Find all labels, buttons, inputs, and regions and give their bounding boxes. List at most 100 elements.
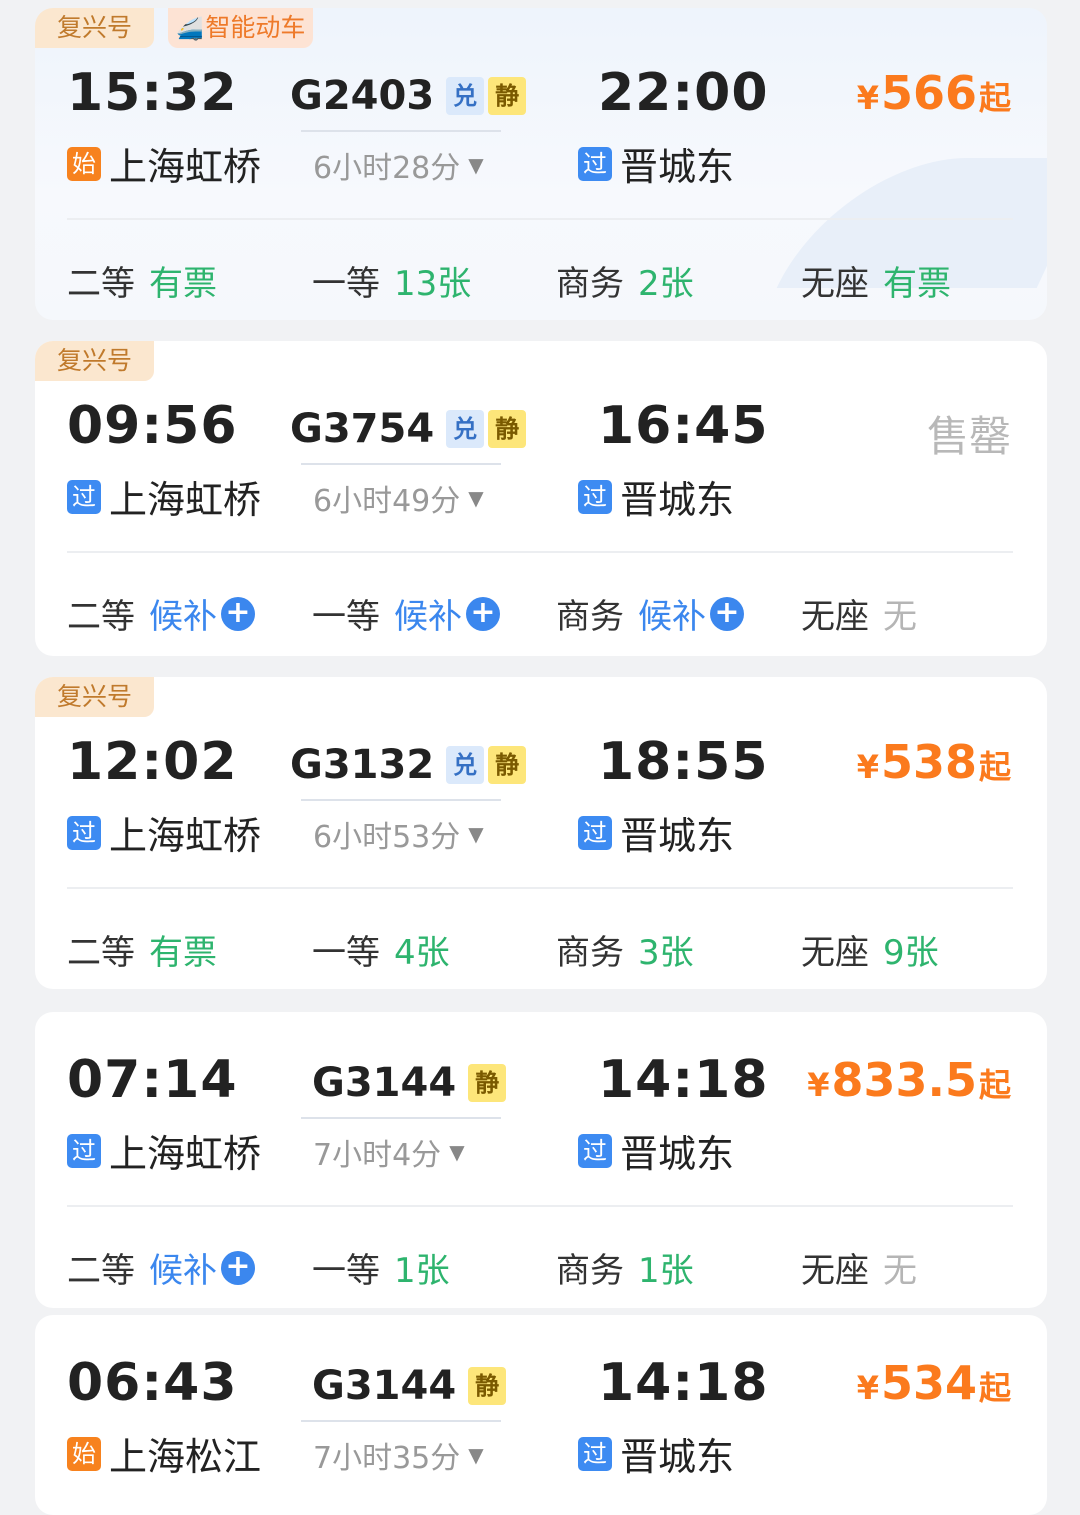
duration-toggle[interactable]: 6小时53分 ▼: [313, 812, 484, 856]
seat-availability: 1张: [638, 1251, 694, 1291]
duration-toggle[interactable]: 7小时35分 ▼: [313, 1433, 484, 1477]
seat-class: 商务: [556, 1251, 624, 1291]
arrive-station-name: 晋城东: [620, 1132, 735, 1176]
train-number[interactable]: G2403 兑静: [290, 73, 527, 119]
seat-class: 无座: [801, 264, 869, 304]
price: ¥534 起: [857, 1356, 1011, 1410]
price: ¥833.5 起: [807, 1053, 1011, 1107]
seat-class: 一等: [312, 933, 380, 973]
arrive-time: 16:45: [598, 396, 769, 456]
price: ¥566 起: [857, 66, 1011, 120]
train-icon: 🚄: [176, 17, 204, 42]
duration-toggle[interactable]: 7小时4分 ▼: [313, 1130, 465, 1174]
arrive-station: 过晋城东: [578, 1426, 734, 1481]
train-number[interactable]: G3132 兑静: [290, 742, 527, 788]
seat-class: 二等: [67, 264, 135, 304]
seat-2[interactable]: 商务 候补 +: [556, 589, 744, 638]
plus-circle-icon[interactable]: +: [221, 596, 255, 631]
quiet-car-icon: 静: [488, 746, 527, 784]
train-card[interactable]: 复兴号 12:02 过上海虹桥 G3132 兑静 6小时53分 ▼ 18:55 过晋城东 ¥538…: [35, 677, 1047, 989]
train-tags: 复兴号: [35, 341, 155, 381]
plus-circle-icon[interactable]: +: [710, 596, 744, 631]
train-card[interactable]: 06:43 始上海松江 G3144 静 7小时35分 ▼ 14:18 过晋城东 ¥534 起: [35, 1315, 1047, 1515]
chevron-down-icon: ▼: [468, 153, 484, 177]
duration-text: 6小时53分: [313, 820, 461, 855]
seat-availability: 候补: [638, 597, 706, 637]
seat-class: 二等: [67, 597, 135, 637]
start-badge: 始: [67, 146, 101, 181]
quiet-car-icon: 静: [468, 1367, 507, 1405]
train-number[interactable]: G3144 静: [312, 1060, 507, 1106]
seat-1: 一等 4张: [312, 925, 450, 974]
seat-1: 一等 1张: [312, 1243, 450, 1292]
fuxing-tag: 复兴号: [35, 8, 155, 48]
price-from-label: 起: [978, 1066, 1011, 1104]
seat-availability: 无: [883, 1251, 917, 1291]
card-divider: [67, 887, 1013, 889]
depart-time: 06:43: [67, 1353, 238, 1413]
quiet-car-icon: 静: [488, 77, 527, 115]
train-number-text: G3132: [290, 742, 435, 788]
seat-availability: 9张: [883, 933, 939, 973]
pass-badge: 过: [67, 479, 101, 514]
seat-availability: 候补: [149, 597, 217, 637]
plus-circle-icon[interactable]: +: [466, 596, 500, 631]
seat-1[interactable]: 一等 候补 +: [312, 589, 500, 638]
duration-line: [301, 799, 501, 801]
seat-3: 无座 9张: [801, 925, 939, 974]
train-number-text: G2403: [290, 73, 435, 119]
price-value: 566: [880, 66, 977, 120]
seat-class: 一等: [312, 264, 380, 304]
train-card[interactable]: 复兴号 🚄智能动车 15:32 始上海虹桥 G2403 兑静 6小时28分 ▼ 22:00 过晋城…: [35, 8, 1047, 320]
price-from-label: 起: [978, 748, 1011, 786]
seat-0: 二等 有票: [67, 256, 217, 305]
pass-badge: 过: [578, 1436, 612, 1471]
price-value: 534: [880, 1356, 977, 1410]
depart-station: 过上海虹桥: [67, 469, 261, 524]
seat-availability: 候补: [149, 1251, 217, 1291]
seat-class: 二等: [67, 1251, 135, 1291]
train-number[interactable]: G3754 兑静: [290, 406, 527, 452]
duration-text: 7小时35分: [313, 1441, 461, 1476]
depart-station-name: 上海虹桥: [109, 478, 262, 522]
train-number[interactable]: G3144 静: [312, 1363, 507, 1409]
seat-0[interactable]: 二等 候补 +: [67, 589, 255, 638]
currency-symbol: ¥: [856, 79, 879, 117]
arrive-station: 过晋城东: [578, 469, 734, 524]
depart-station-name: 上海松江: [109, 1435, 262, 1479]
pass-badge: 过: [67, 1133, 101, 1168]
arrive-time: 14:18: [598, 1353, 769, 1413]
plus-circle-icon[interactable]: +: [221, 1250, 255, 1285]
seat-class: 二等: [67, 933, 135, 973]
train-number-text: G3144: [312, 1060, 457, 1106]
depart-station: 过上海虹桥: [67, 1123, 261, 1178]
arrive-station-name: 晋城东: [620, 145, 735, 189]
arrive-station: 过晋城东: [578, 805, 734, 860]
depart-station: 始上海虹桥: [67, 136, 261, 191]
seat-2: 商务 2张: [556, 256, 694, 305]
card-divider: [67, 218, 1013, 220]
fuxing-tag: 复兴号: [35, 677, 155, 717]
seat-class: 无座: [801, 597, 869, 637]
arrive-time: 22:00: [598, 63, 769, 123]
seat-3: 无座 有票: [801, 256, 951, 305]
depart-time: 15:32: [67, 63, 238, 123]
quiet-car-icon: 静: [488, 410, 527, 448]
exchange-icon: 兑: [446, 410, 485, 448]
seat-3: 无座无: [801, 1243, 917, 1292]
seat-availability: 候补: [394, 597, 462, 637]
chevron-down-icon: ▼: [449, 1140, 465, 1164]
train-card[interactable]: 07:14 过上海虹桥 G3144 静 7小时4分 ▼ 14:18 过晋城东 ¥833.5 起二等…: [35, 1012, 1047, 1308]
seat-availability: 4张: [394, 933, 450, 973]
train-card[interactable]: 复兴号 09:56 过上海虹桥 G3754 兑静 6小时49分 ▼ 16:45 过晋城东 售罄 二等…: [35, 341, 1047, 656]
seat-class: 无座: [801, 1251, 869, 1291]
duration-toggle[interactable]: 6小时49分 ▼: [313, 476, 484, 520]
duration-toggle[interactable]: 6小时28分 ▼: [313, 143, 484, 187]
price-from-label: 起: [978, 1369, 1011, 1407]
seat-class: 商务: [556, 933, 624, 973]
soldout-label: 售罄: [926, 412, 1011, 461]
seat-2: 商务 3张: [556, 925, 694, 974]
seat-0[interactable]: 二等 候补 +: [67, 1243, 255, 1292]
card-divider: [67, 551, 1013, 553]
pass-badge: 过: [67, 815, 101, 850]
